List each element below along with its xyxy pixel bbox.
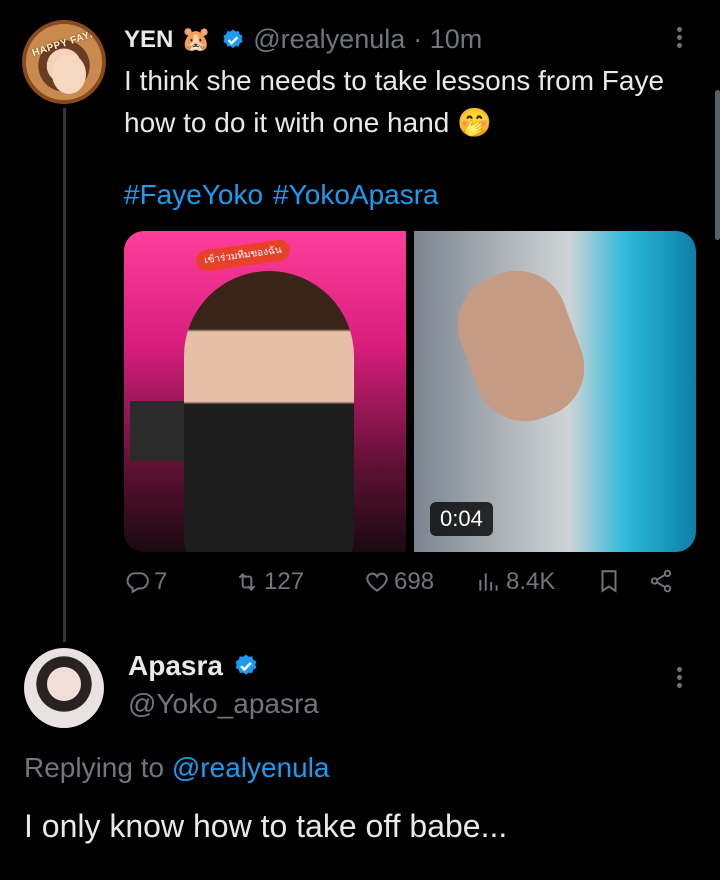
tweet-actions: 7 127 698 8.4K [124, 568, 684, 608]
avatar-apasra[interactable] [24, 648, 104, 728]
views-chart-icon [479, 573, 498, 591]
reply-author-name[interactable]: Apasra [128, 650, 223, 682]
reply-button[interactable]: 7 [124, 568, 167, 596]
live-join-badge: เข้าร่วมทีมของฉัน [194, 238, 292, 273]
video-duration: 0:04 [430, 502, 493, 536]
bookmark-button[interactable] [596, 568, 622, 594]
hashtag-link[interactable]: #FayeYoko [124, 179, 263, 210]
reply-count: 7 [154, 568, 168, 595]
avatar-yen[interactable]: HAPPY FAYE'S DAY! [22, 20, 106, 104]
reply-author-handle[interactable]: @Yoko_apasra [128, 688, 319, 720]
bookmark-icon [601, 570, 617, 593]
more-options-icon[interactable] [664, 664, 694, 698]
thread-line [63, 108, 66, 642]
retweet-button[interactable]: 127 [234, 568, 304, 596]
retweet-icon [238, 573, 256, 591]
photo-subject [184, 271, 354, 552]
verified-badge-icon [223, 29, 243, 48]
tweet-header: YEN 🐹 @realyenula · 10m [124, 24, 482, 55]
author-name[interactable]: YEN [124, 26, 173, 54]
views-button[interactable]: 8.4K [476, 568, 555, 596]
verified-badge-icon [235, 654, 257, 675]
replying-to-label: Replying to [24, 752, 165, 783]
like-button[interactable]: 698 [364, 568, 434, 596]
tweet-time[interactable]: · 10m [413, 24, 482, 55]
more-options-icon[interactable] [664, 24, 694, 58]
avatar-face [52, 54, 86, 94]
tweet-text: I think she needs to take lessons from F… [124, 65, 665, 138]
hashtag-link[interactable]: #YokoApasra [273, 179, 439, 210]
replying-to-handle[interactable]: @realyenula [172, 752, 330, 783]
heart-icon [366, 572, 388, 592]
reply-icon [126, 572, 149, 594]
hamster-emoji: 🐹 [181, 25, 212, 53]
reply-author: Apasra [128, 650, 259, 682]
share-icon [650, 569, 672, 593]
media-photo-left[interactable]: เข้าร่วมทีมของฉัน [124, 231, 406, 552]
video-subject [443, 256, 599, 436]
retweet-count: 127 [264, 568, 305, 595]
scrollbar[interactable] [715, 90, 720, 240]
media-grid: เข้าร่วมทีมของฉัน [124, 231, 696, 552]
author-handle[interactable]: @realyenula [253, 24, 405, 55]
replying-to: Replying to @realyenula [24, 752, 330, 784]
view-count: 8.4K [506, 568, 556, 595]
like-count: 698 [394, 568, 435, 595]
reply-text: I only know how to take off babe... [24, 808, 508, 844]
hashtags: #FayeYoko #YokoApasra [124, 179, 449, 211]
share-button[interactable] [648, 568, 674, 594]
